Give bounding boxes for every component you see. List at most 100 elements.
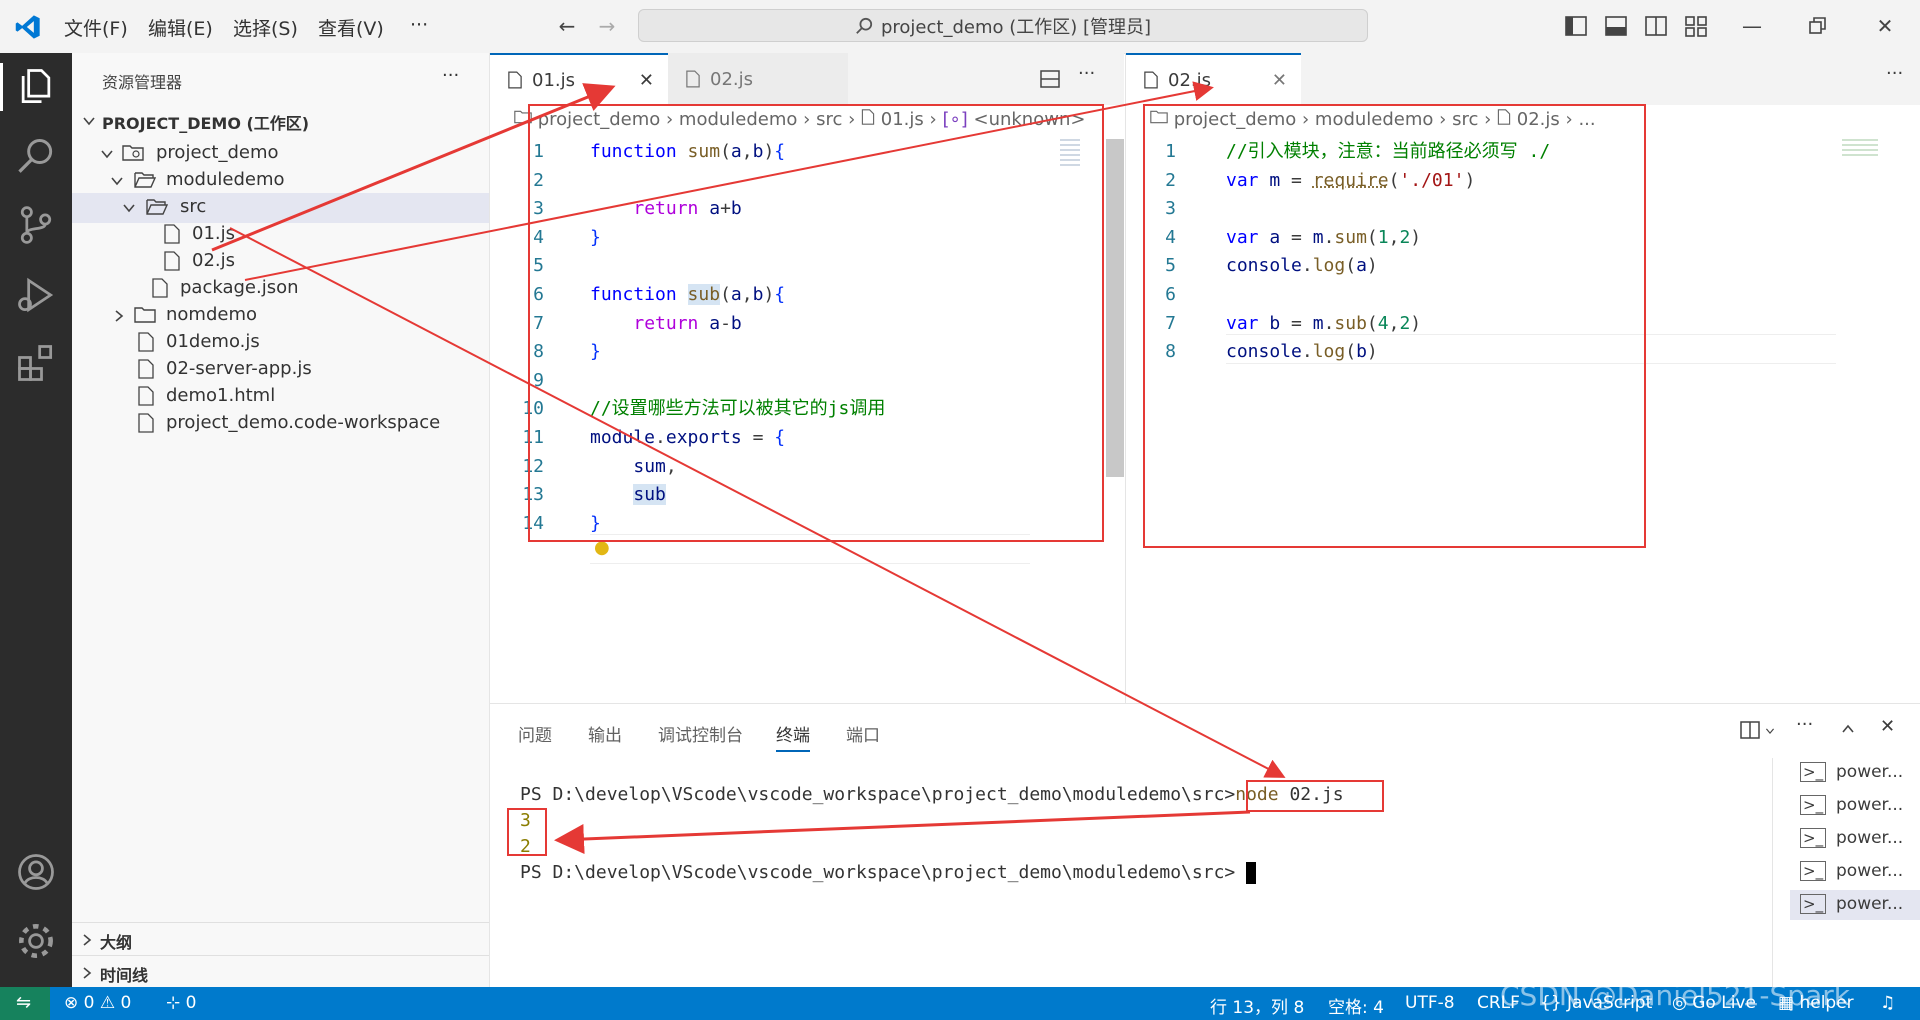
search-icon (856, 17, 873, 34)
run-debug-icon[interactable] (14, 273, 58, 317)
panel-tab-ports[interactable]: 端口 (846, 721, 880, 746)
tree-item-nomdemo[interactable]: nomdemo (72, 301, 489, 331)
tab-01-js[interactable]: 01.js ✕ (490, 53, 668, 105)
toggle-secondary-sidebar-icon[interactable] (1645, 15, 1667, 37)
file-icon (152, 278, 168, 298)
folder-open-icon (134, 172, 156, 188)
tab-02-js[interactable]: 02.js (668, 53, 848, 105)
tree-item-code-workspace[interactable]: project_demo.code-workspace (72, 409, 489, 439)
tree-item-package-json[interactable]: package.json (72, 274, 489, 304)
maximize-panel-icon[interactable] (1840, 722, 1856, 736)
terminal-list-item[interactable]: >_ power... (1790, 791, 1920, 821)
file-icon (138, 386, 154, 406)
source-control-icon[interactable] (14, 203, 58, 247)
tab-label: 01.js (532, 69, 576, 91)
terminal-list: >_ power... >_ power... >_ power... >_ power… (1790, 758, 1920, 988)
file-icon (164, 251, 180, 271)
tree-item-label: project_demo.code-workspace (166, 412, 441, 433)
chevron-down-icon (83, 117, 95, 126)
file-icon (686, 70, 700, 88)
tree-item-label: project_demo (156, 142, 279, 163)
sidebar-more-button[interactable]: ··· (442, 65, 459, 86)
file-icon (508, 71, 522, 89)
tree-item-label: moduledemo (166, 169, 285, 190)
terminal-list-item[interactable]: >_ power... (1790, 857, 1920, 887)
tab-02-js[interactable]: 02.js ✕ (1126, 53, 1301, 105)
editor-more-button[interactable]: ··· (1078, 63, 1095, 84)
remote-indicator[interactable]: ⇋ (0, 987, 50, 1020)
customize-layout-icon[interactable] (1685, 15, 1707, 37)
toggle-sidebar-icon[interactable] (1565, 15, 1587, 37)
annotation-box-command (1246, 780, 1384, 812)
menu-select[interactable]: 选择(S) (233, 14, 298, 41)
terminal-list-item[interactable]: >_ power... (1790, 824, 1920, 854)
command-center[interactable]: project_demo (工作区) [管理员] (638, 9, 1368, 42)
close-tab-icon[interactable]: ✕ (639, 70, 654, 91)
split-terminal-icon[interactable] (1740, 720, 1760, 740)
panel-more-icon[interactable]: ··· (1796, 714, 1813, 735)
panel-tab-problems[interactable]: 问题 (518, 721, 552, 746)
tree-item-label: package.json (180, 277, 299, 298)
problems-indicator[interactable]: ⊗ 0 ⚠ 0 (64, 993, 131, 1013)
menu-more[interactable]: ··· (410, 14, 428, 36)
workspace-header[interactable]: PROJECT_DEMO (工作区) (72, 106, 489, 136)
chevron-down-icon (101, 150, 113, 159)
vscode-logo-icon (15, 15, 40, 39)
encoding[interactable]: UTF-8 (1405, 993, 1455, 1013)
menu-edit[interactable]: 编辑(E) (148, 14, 213, 41)
ports-indicator[interactable]: ⊹ 0 (166, 993, 196, 1013)
scrollbar[interactable] (1106, 139, 1124, 477)
tab-bar: 02.js ✕ ··· (1126, 53, 1920, 105)
back-arrow-icon[interactable]: ← (555, 14, 579, 38)
panel-tab-terminal[interactable]: 终端 (776, 721, 810, 752)
tree-item-project-demo[interactable]: project_demo (72, 139, 489, 169)
close-window-icon[interactable]: ✕ (1873, 14, 1897, 38)
manage-gear-icon[interactable] (14, 919, 58, 963)
close-panel-icon[interactable]: ✕ (1880, 716, 1895, 737)
timeline-section[interactable]: 时间线 (72, 959, 489, 987)
terminal-list-item[interactable]: >_ power... (1790, 758, 1920, 788)
tree-item-01demo-js[interactable]: 01demo.js (72, 328, 489, 358)
cursor-position[interactable]: 行 13，列 8 (1210, 993, 1304, 1018)
tree-item-src[interactable]: src (72, 193, 489, 223)
root-folder-icon (122, 145, 144, 161)
minimize-icon[interactable]: — (1740, 14, 1764, 38)
tree-item-02-js[interactable]: 02.js (72, 247, 489, 277)
tree-item-label: 02.js (192, 250, 236, 271)
indentation[interactable]: 空格: 4 (1328, 993, 1384, 1018)
chevron-down-icon[interactable] (1764, 726, 1776, 736)
tree-item-02-server-app-js[interactable]: 02-server-app.js (72, 355, 489, 385)
explorer-icon[interactable] (14, 65, 58, 109)
sidebar-title: 资源管理器 (102, 73, 183, 92)
folder-open-icon (146, 199, 168, 215)
annotation-box-output (507, 808, 547, 856)
notifications-icon[interactable]: ♫ (1880, 993, 1895, 1013)
extensions-icon[interactable] (14, 341, 58, 385)
minimap[interactable] (1842, 139, 1878, 159)
close-tab-icon[interactable]: ✕ (1272, 70, 1287, 91)
menu-view[interactable]: 查看(V) (318, 14, 384, 41)
menu-file[interactable]: 文件(F) (64, 14, 128, 41)
terminal-line-2[interactable]: PS D:\develop\VScode\vscode_workspace\pr… (520, 862, 1257, 884)
tree-item-demo1-html[interactable]: demo1.html (72, 382, 489, 412)
terminal-line-1[interactable]: PS D:\develop\VScode\vscode_workspace\pr… (520, 784, 1344, 805)
outline-section[interactable]: 大纲 (72, 926, 489, 954)
tree-item-label: 01demo.js (166, 331, 260, 352)
split-editor-icon[interactable] (1040, 69, 1060, 89)
chevron-right-icon (83, 967, 92, 979)
tree-item-01-js[interactable]: 01.js (72, 220, 489, 250)
panel-tab-output[interactable]: 输出 (588, 721, 622, 746)
search-sidebar-icon[interactable] (14, 135, 58, 179)
tree-item-moduledemo[interactable]: moduledemo (72, 166, 489, 196)
tree-item-label: src (180, 196, 207, 217)
terminal-list-item[interactable]: >_ power... (1790, 890, 1920, 920)
toggle-panel-icon[interactable] (1605, 15, 1627, 37)
editor-more-button[interactable]: ··· (1886, 63, 1903, 84)
forward-arrow-icon[interactable]: → (595, 14, 619, 38)
account-icon[interactable] (14, 850, 58, 894)
workspace-label: PROJECT_DEMO (工作区) (102, 114, 310, 133)
restore-icon[interactable] (1808, 16, 1828, 36)
panel-tab-debug-console[interactable]: 调试控制台 (658, 721, 743, 746)
remote-icon: ⇋ (16, 992, 32, 1013)
annotation-box-02-js (1143, 104, 1646, 548)
